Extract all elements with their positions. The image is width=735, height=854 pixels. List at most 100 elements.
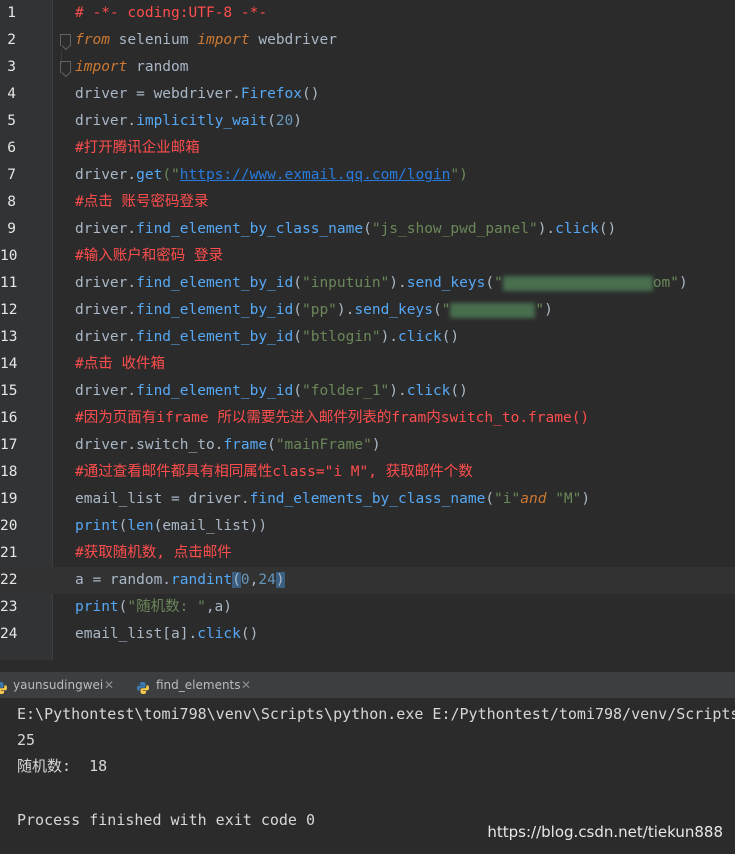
fold-marker-icon[interactable]: [60, 34, 71, 46]
code-token: (: [267, 113, 276, 129]
code-comment: #输入账户和密码 登录: [75, 248, 223, 264]
code-token: 24: [258, 572, 276, 588]
code-token: (: [267, 437, 276, 453]
code-token: ): [679, 275, 688, 291]
code-token: ": [441, 302, 451, 318]
code-text: #获取随机数, 点击邮件: [75, 540, 232, 567]
code-line[interactable]: 14 #点击 收件箱: [0, 351, 735, 378]
tab-find-elements[interactable]: find_elements ✕: [130, 672, 260, 698]
code-token: driver.: [75, 221, 137, 237]
code-line[interactable]: 2 from selenium import webdriver: [0, 27, 735, 54]
tab-yaunsudingwei[interactable]: yaunsudingwei ✕: [0, 672, 125, 698]
close-icon[interactable]: ✕: [104, 672, 114, 698]
code-line[interactable]: 15 driver.find_element_by_id("folder_1").…: [0, 378, 735, 405]
code-token: "folder_1": [301, 383, 390, 399]
code-token: email_list = driver.: [75, 491, 250, 507]
code-token: get: [136, 167, 163, 183]
code-text: a = random.randint(0,24): [75, 567, 285, 594]
code-line[interactable]: 16 #因为页面有iframe 所以需要先进入邮件列表的fram内switch_t…: [0, 405, 735, 432]
code-line[interactable]: 23 print("随机数: ",a): [0, 594, 735, 621]
code-text: #点击 收件箱: [75, 351, 165, 378]
code-line[interactable]: 4 driver = webdriver.Firefox(): [0, 81, 735, 108]
code-line[interactable]: 11 driver.find_element_by_id("inputuin").…: [0, 270, 735, 297]
code-token: ): [581, 491, 591, 507]
code-text: print("随机数: ",a): [75, 594, 232, 621]
code-line[interactable]: 3 import random: [0, 54, 735, 81]
code-token: click: [197, 626, 241, 642]
code-token: om": [652, 275, 680, 291]
code-line[interactable]: 9 driver.find_element_by_class_name("js_s…: [0, 216, 735, 243]
code-token: find_element_by_class_name: [136, 221, 364, 237]
code-text: driver.find_element_by_id("inputuin").se…: [75, 270, 688, 297]
code-text: driver.find_element_by_id("btlogin").cli…: [75, 324, 459, 351]
code-line[interactable]: 17 driver.switch_to.frame("mainFrame"): [0, 432, 735, 459]
code-text: from selenium import webdriver: [75, 27, 337, 54]
code-line[interactable]: 1 # -*- coding:UTF-8 -*-: [0, 0, 735, 27]
code-line[interactable]: 10 #输入账户和密码 登录: [0, 243, 735, 270]
code-token: and: [520, 491, 547, 507]
code-token: find_element_by_id: [136, 329, 294, 345]
line-number: 15: [0, 383, 18, 399]
line-number: 5: [7, 113, 16, 129]
code-line[interactable]: 24 email_list[a].click(): [0, 621, 735, 648]
code-token: (: [485, 491, 495, 507]
line-number: 7: [7, 167, 16, 183]
code-token: webdriver: [249, 32, 337, 48]
code-token: click: [398, 329, 442, 345]
line-number: 8: [7, 194, 16, 210]
code-token: find_element_by_id: [136, 275, 294, 291]
code-line[interactable]: 19 email_list = driver.find_elements_by_c…: [0, 486, 735, 513]
code-token: "js_show_pwd_panel": [371, 221, 538, 237]
code-token: ).: [336, 302, 355, 318]
code-token: "i": [494, 491, 521, 507]
code-token: (): [441, 329, 460, 345]
console-line: E:\Pythontest\tomi798\venv\Scripts\pytho…: [17, 705, 735, 723]
code-token: (: [293, 302, 302, 318]
code-token: ).: [537, 221, 556, 237]
code-line[interactable]: 20 print(len(email_list)): [0, 513, 735, 540]
code-token: ": [535, 302, 545, 318]
code-token: "M": [555, 491, 582, 507]
python-icon: [136, 678, 150, 694]
code-line[interactable]: 6 #打开腾讯企业邮箱: [0, 135, 735, 162]
code-line[interactable]: 8 #点击 账号密码登录: [0, 189, 735, 216]
code-token: driver.: [75, 437, 137, 453]
code-token: driver.: [75, 113, 137, 129]
code-line[interactable]: 7 driver.get("https://www.exmail.qq.com/l…: [0, 162, 735, 189]
code-text: driver.find_element_by_id("pp").send_key…: [75, 297, 553, 324]
code-text: import random: [75, 54, 189, 81]
code-token: driver.: [75, 329, 137, 345]
code-token: (: [293, 383, 302, 399]
code-line[interactable]: 12 driver.find_element_by_id("pp").send_k…: [0, 297, 735, 324]
code-editor[interactable]: 1 # -*- coding:UTF-8 -*- 2 from selenium im…: [0, 0, 735, 660]
code-token: 20: [275, 113, 294, 129]
line-number: 17: [0, 437, 18, 453]
code-line[interactable]: 13 driver.find_element_by_id("btlogin").c…: [0, 324, 735, 351]
code-token: selenium: [109, 32, 198, 48]
code-token: (: [432, 302, 442, 318]
code-token: ): [275, 572, 285, 588]
code-line[interactable]: 22 a = random.randint(0,24): [0, 567, 735, 594]
code-token: (: [363, 221, 372, 237]
code-token: "btlogin": [301, 329, 381, 345]
code-token: driver = webdriver.: [75, 86, 241, 102]
code-line[interactable]: 21 #获取随机数, 点击邮件: [0, 540, 735, 567]
line-number: 4: [7, 86, 16, 102]
line-number: 9: [7, 221, 16, 237]
code-token: switch_to.: [136, 437, 224, 453]
code-token: send_keys: [354, 302, 433, 318]
code-line[interactable]: 5 driver.implicitly_wait(20): [0, 108, 735, 135]
code-text: driver.find_element_by_id("folder_1").cl…: [75, 378, 468, 405]
code-token: find_element_by_id: [136, 383, 294, 399]
console-line: Process finished with exit code 0: [17, 811, 316, 829]
line-number: 13: [0, 329, 18, 345]
code-token: "): [450, 167, 468, 183]
code-line[interactable]: 18 #通过查看邮件都具有相同属性class="i M", 获取邮件个数: [0, 459, 735, 486]
fold-marker-icon[interactable]: [60, 61, 71, 73]
tab-label: find_elements: [156, 678, 241, 692]
code-token: ): [371, 437, 381, 453]
code-token: print: [75, 599, 119, 615]
close-icon[interactable]: ✕: [241, 672, 251, 698]
code-token: randint: [171, 572, 233, 588]
code-comment: # -*- coding:UTF-8 -*-: [75, 5, 268, 21]
